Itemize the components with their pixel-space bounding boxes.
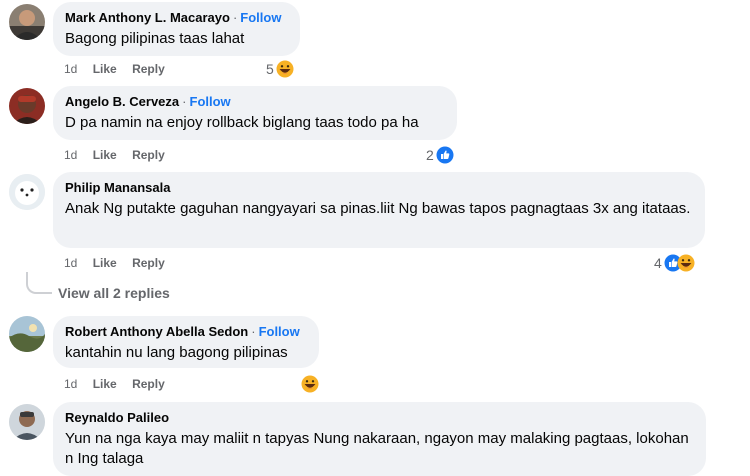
haha-icon bbox=[276, 60, 294, 78]
follow-button[interactable]: Follow bbox=[190, 94, 231, 109]
comment-bubble: Philip Manansala Anak Ng putakte gaguhan… bbox=[53, 172, 705, 248]
separator-dot: · bbox=[182, 94, 187, 109]
reaction-summary[interactable] bbox=[299, 374, 319, 394]
avatar[interactable] bbox=[9, 4, 45, 40]
comment-bubble: Reynaldo Palileo Yun na nga kaya may mal… bbox=[53, 402, 706, 476]
avatar[interactable] bbox=[9, 404, 45, 440]
author-name[interactable]: Robert Anthony Abella Sedon bbox=[65, 324, 248, 339]
like-button[interactable]: Like bbox=[93, 147, 117, 163]
timestamp[interactable]: 1d bbox=[64, 147, 77, 163]
comment-actions: 1d Like Reply bbox=[64, 376, 177, 392]
timestamp[interactable]: 1d bbox=[64, 61, 77, 77]
comment-text: D pa namin na enjoy rollback biglang taa… bbox=[65, 114, 419, 131]
like-button[interactable]: Like bbox=[93, 255, 117, 271]
author-name[interactable]: Reynaldo Palileo bbox=[65, 410, 169, 425]
haha-icon bbox=[677, 254, 695, 272]
timestamp[interactable]: 1d bbox=[64, 376, 77, 392]
comment-actions: 1d Like Reply bbox=[64, 255, 177, 271]
separator-dot: · bbox=[251, 324, 256, 339]
like-button[interactable]: Like bbox=[93, 376, 117, 392]
avatar[interactable] bbox=[9, 88, 45, 124]
comment-text: kantahin nu lang bagong pilipinas bbox=[65, 344, 288, 361]
comment-actions: 1d Like Reply bbox=[64, 61, 177, 77]
avatar[interactable] bbox=[9, 174, 45, 210]
author-name[interactable]: Angelo B. Cerveza bbox=[65, 94, 179, 109]
comment-text: Bagong pilipinas taas lahat bbox=[65, 30, 245, 47]
haha-icon bbox=[301, 375, 319, 393]
reply-thread-line bbox=[26, 272, 52, 294]
reply-button[interactable]: Reply bbox=[132, 255, 165, 271]
like-icon bbox=[436, 146, 454, 164]
reply-button[interactable]: Reply bbox=[132, 61, 165, 77]
reaction-summary[interactable]: 5 bbox=[266, 59, 294, 79]
author-name[interactable]: Philip Manansala bbox=[65, 180, 170, 195]
reaction-count: 4 bbox=[654, 255, 662, 271]
view-replies-link[interactable]: View all 2 replies bbox=[58, 285, 170, 301]
reply-button[interactable]: Reply bbox=[132, 147, 165, 163]
reaction-summary[interactable]: 4 bbox=[654, 253, 695, 273]
avatar[interactable] bbox=[9, 316, 45, 352]
follow-button[interactable]: Follow bbox=[240, 10, 281, 25]
reaction-count: 5 bbox=[266, 61, 274, 77]
comment-text: Anak Ng putakte gaguhan nangyayari sa pi… bbox=[65, 200, 691, 217]
comment-actions: 1d Like Reply bbox=[64, 147, 177, 163]
comment-text: Yun na nga kaya may maliit n tapyas Nung… bbox=[65, 430, 689, 467]
comment-bubble: Mark Anthony L. Macarayo · Follow Bagong p… bbox=[53, 2, 300, 56]
reaction-summary[interactable]: 2 bbox=[426, 145, 454, 165]
timestamp[interactable]: 1d bbox=[64, 255, 77, 271]
reply-button[interactable]: Reply bbox=[132, 376, 165, 392]
separator-dot: · bbox=[232, 10, 238, 25]
author-name[interactable]: Mark Anthony L. Macarayo bbox=[65, 10, 230, 25]
reaction-count: 2 bbox=[426, 147, 434, 163]
follow-button[interactable]: Follow bbox=[259, 324, 300, 339]
like-button[interactable]: Like bbox=[93, 61, 117, 77]
comment-bubble: Angelo B. Cerveza · Follow D pa namin na e… bbox=[53, 86, 457, 140]
comment-bubble: Robert Anthony Abella Sedon · Follow kanta… bbox=[53, 316, 319, 368]
